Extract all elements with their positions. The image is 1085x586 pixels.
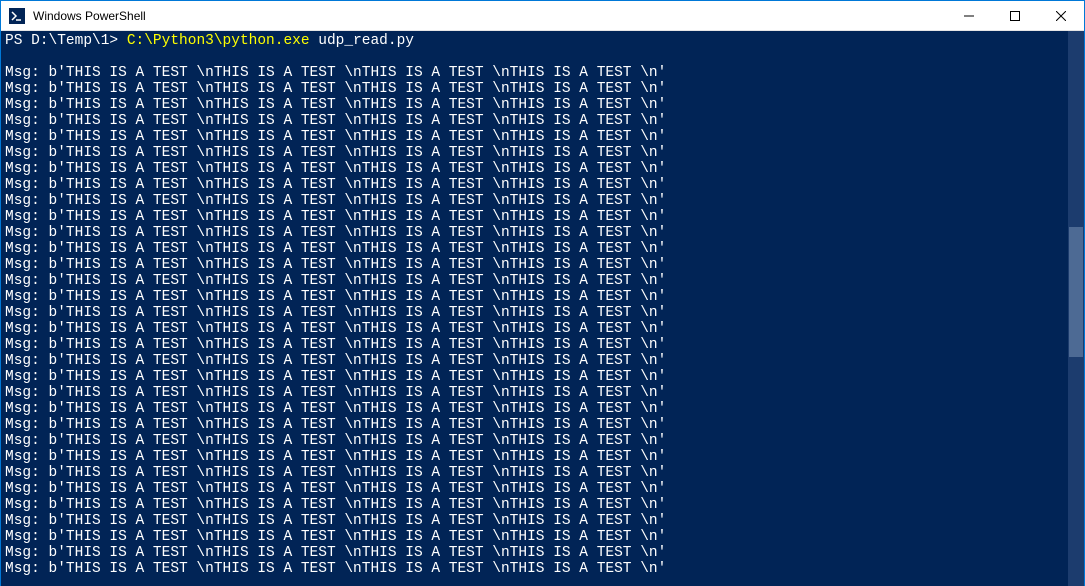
- prompt-args: udp_read.py: [310, 33, 414, 49]
- output-line: Msg: b'THIS IS A TEST \nTHIS IS A TEST \…: [5, 257, 1068, 273]
- window-title: Windows PowerShell: [33, 9, 946, 23]
- output-line: Msg: b'THIS IS A TEST \nTHIS IS A TEST \…: [5, 225, 1068, 241]
- window-titlebar: Windows PowerShell: [1, 1, 1084, 31]
- output-line: Msg: b'THIS IS A TEST \nTHIS IS A TEST \…: [5, 433, 1068, 449]
- output-line: Msg: b'THIS IS A TEST \nTHIS IS A TEST \…: [5, 321, 1068, 337]
- output-line: Msg: b'THIS IS A TEST \nTHIS IS A TEST \…: [5, 481, 1068, 497]
- output-line: Msg: b'THIS IS A TEST \nTHIS IS A TEST \…: [5, 545, 1068, 561]
- output-line: Msg: b'THIS IS A TEST \nTHIS IS A TEST \…: [5, 305, 1068, 321]
- close-button[interactable]: [1038, 1, 1084, 30]
- prompt-command: C:\Python3\python.exe: [127, 33, 310, 49]
- close-icon: [1056, 11, 1066, 21]
- powershell-icon: [9, 8, 25, 24]
- console-output: PS D:\Temp\1> C:\Python3\python.exe udp_…: [1, 31, 1068, 586]
- output-line: Msg: b'THIS IS A TEST \nTHIS IS A TEST \…: [5, 497, 1068, 513]
- output-line: Msg: b'THIS IS A TEST \nTHIS IS A TEST \…: [5, 449, 1068, 465]
- blank-line: [5, 49, 1068, 65]
- minimize-icon: [964, 11, 974, 21]
- output-line: Msg: b'THIS IS A TEST \nTHIS IS A TEST \…: [5, 113, 1068, 129]
- console-area[interactable]: PS D:\Temp\1> C:\Python3\python.exe udp_…: [1, 31, 1084, 586]
- output-line: Msg: b'THIS IS A TEST \nTHIS IS A TEST \…: [5, 241, 1068, 257]
- output-line: Msg: b'THIS IS A TEST \nTHIS IS A TEST \…: [5, 97, 1068, 113]
- prompt-line: PS D:\Temp\1> C:\Python3\python.exe udp_…: [5, 33, 1068, 49]
- output-line: Msg: b'THIS IS A TEST \nTHIS IS A TEST \…: [5, 177, 1068, 193]
- output-line: Msg: b'THIS IS A TEST \nTHIS IS A TEST \…: [5, 561, 1068, 577]
- maximize-button[interactable]: [992, 1, 1038, 30]
- window-controls: [946, 1, 1084, 30]
- vertical-scrollbar[interactable]: [1068, 31, 1084, 586]
- output-line: Msg: b'THIS IS A TEST \nTHIS IS A TEST \…: [5, 289, 1068, 305]
- output-line: Msg: b'THIS IS A TEST \nTHIS IS A TEST \…: [5, 465, 1068, 481]
- output-line: Msg: b'THIS IS A TEST \nTHIS IS A TEST \…: [5, 401, 1068, 417]
- output-line: Msg: b'THIS IS A TEST \nTHIS IS A TEST \…: [5, 513, 1068, 529]
- scrollbar-thumb[interactable]: [1069, 227, 1083, 357]
- output-line: Msg: b'THIS IS A TEST \nTHIS IS A TEST \…: [5, 65, 1068, 81]
- output-line: Msg: b'THIS IS A TEST \nTHIS IS A TEST \…: [5, 369, 1068, 385]
- output-line: Msg: b'THIS IS A TEST \nTHIS IS A TEST \…: [5, 161, 1068, 177]
- output-line: Msg: b'THIS IS A TEST \nTHIS IS A TEST \…: [5, 209, 1068, 225]
- output-line: Msg: b'THIS IS A TEST \nTHIS IS A TEST \…: [5, 273, 1068, 289]
- output-line: Msg: b'THIS IS A TEST \nTHIS IS A TEST \…: [5, 385, 1068, 401]
- output-line: Msg: b'THIS IS A TEST \nTHIS IS A TEST \…: [5, 81, 1068, 97]
- output-line: Msg: b'THIS IS A TEST \nTHIS IS A TEST \…: [5, 337, 1068, 353]
- output-line: Msg: b'THIS IS A TEST \nTHIS IS A TEST \…: [5, 193, 1068, 209]
- output-line: Msg: b'THIS IS A TEST \nTHIS IS A TEST \…: [5, 417, 1068, 433]
- output-line: Msg: b'THIS IS A TEST \nTHIS IS A TEST \…: [5, 145, 1068, 161]
- output-line: Msg: b'THIS IS A TEST \nTHIS IS A TEST \…: [5, 529, 1068, 545]
- output-line: Msg: b'THIS IS A TEST \nTHIS IS A TEST \…: [5, 129, 1068, 145]
- output-line: Msg: b'THIS IS A TEST \nTHIS IS A TEST \…: [5, 353, 1068, 369]
- prompt-path: PS D:\Temp\1>: [5, 33, 127, 49]
- maximize-icon: [1010, 11, 1020, 21]
- minimize-button[interactable]: [946, 1, 992, 30]
